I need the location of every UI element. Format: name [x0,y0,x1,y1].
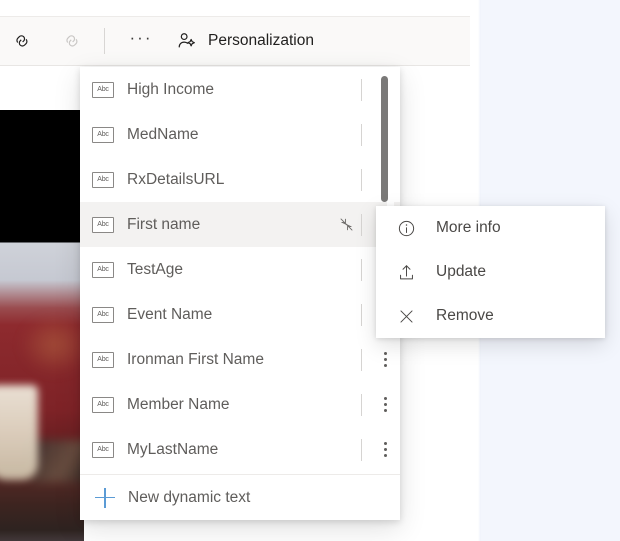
dynamic-text-label: Event Name [127,306,335,324]
link-broken-icon [64,30,86,52]
dynamic-text-label: High Income [127,81,335,99]
dynamic-text-list: AbcHigh IncomeAbcMedNameAbcRxDetailsURLA… [80,67,400,474]
dynamic-text-row[interactable]: Abc High Income [80,67,400,112]
close-x-icon [396,306,416,326]
row-divider [361,169,362,191]
context-menu-label: Remove [436,307,494,325]
abc-text-icon: Abc [92,82,114,98]
context-menu-item-update[interactable]: Update [376,250,605,294]
plus-icon [95,488,115,508]
more-vertical-icon[interactable] [370,352,400,367]
dynamic-text-row[interactable]: Abc TestAge [80,247,400,292]
row-divider [361,394,362,416]
toolbar-divider [104,28,105,54]
abc-text-icon: Abc [92,352,114,368]
dynamic-text-row[interactable]: Abc Event Name [80,292,400,337]
row-divider [361,259,362,281]
row-divider [361,304,362,326]
canvas-top-strip [0,0,470,16]
dynamic-text-label: MyLastName [127,441,335,459]
abc-text-icon: Abc [92,172,114,188]
background-photo [0,110,84,541]
command-toolbar: ··· Personalization [0,16,470,66]
dynamic-text-row[interactable]: Abc MyLastName [80,427,400,472]
abc-text-icon: Abc [92,217,114,233]
more-vertical-icon[interactable] [370,442,400,457]
overflow-menu-icon: ··· [130,28,153,48]
abc-text-icon: Abc [92,307,114,323]
sync-disabled-icon [335,216,357,233]
dynamic-text-dropdown: AbcHigh IncomeAbcMedNameAbcRxDetailsURLA… [80,67,400,520]
dynamic-text-label: RxDetailsURL [127,171,335,189]
abc-text-icon: Abc [92,262,114,278]
personalization-label: Personalization [208,32,314,50]
row-divider [361,439,362,461]
new-dynamic-text-button[interactable]: New dynamic text [80,474,400,520]
dynamic-text-label: First name [127,216,335,234]
overflow-menu-button[interactable]: ··· [119,13,163,69]
info-circle-icon [396,218,416,238]
dynamic-text-row[interactable]: Abc RxDetailsURL [80,157,400,202]
dropdown-scrollbar-thumb[interactable] [381,76,388,202]
dynamic-text-label: MedName [127,126,335,144]
link-button[interactable] [0,16,50,66]
dynamic-text-row[interactable]: Abc First name [80,202,400,247]
row-divider [361,79,362,101]
row-divider [361,214,362,236]
more-vertical-icon[interactable] [370,397,400,412]
dynamic-text-label: Member Name [127,396,335,414]
row-divider [361,124,362,146]
context-menu-item-more-info[interactable]: More info [376,206,605,250]
person-sparkle-icon [175,30,197,52]
abc-text-icon: Abc [92,442,114,458]
dynamic-text-row[interactable]: Abc Ironman First Name [80,337,400,382]
context-menu-item-remove[interactable]: Remove [376,294,605,338]
dynamic-text-label: Ironman First Name [127,351,335,369]
abc-text-icon: Abc [92,397,114,413]
row-divider [361,349,362,371]
dynamic-text-row[interactable]: Abc Member Name [80,382,400,427]
abc-text-icon: Abc [92,127,114,143]
dynamic-text-row[interactable]: Abc MedName [80,112,400,157]
context-menu-label: Update [436,263,486,281]
context-menu-label: More info [436,219,501,237]
background-photo-cup [0,385,38,480]
row-context-menu: More info Update Remove [376,206,605,338]
link-broken-button[interactable] [50,16,100,66]
upload-icon [396,262,416,282]
personalization-button[interactable]: Personalization [163,16,326,66]
dynamic-text-label: TestAge [127,261,335,279]
new-dynamic-text-label: New dynamic text [128,489,250,507]
link-icon [14,30,36,52]
